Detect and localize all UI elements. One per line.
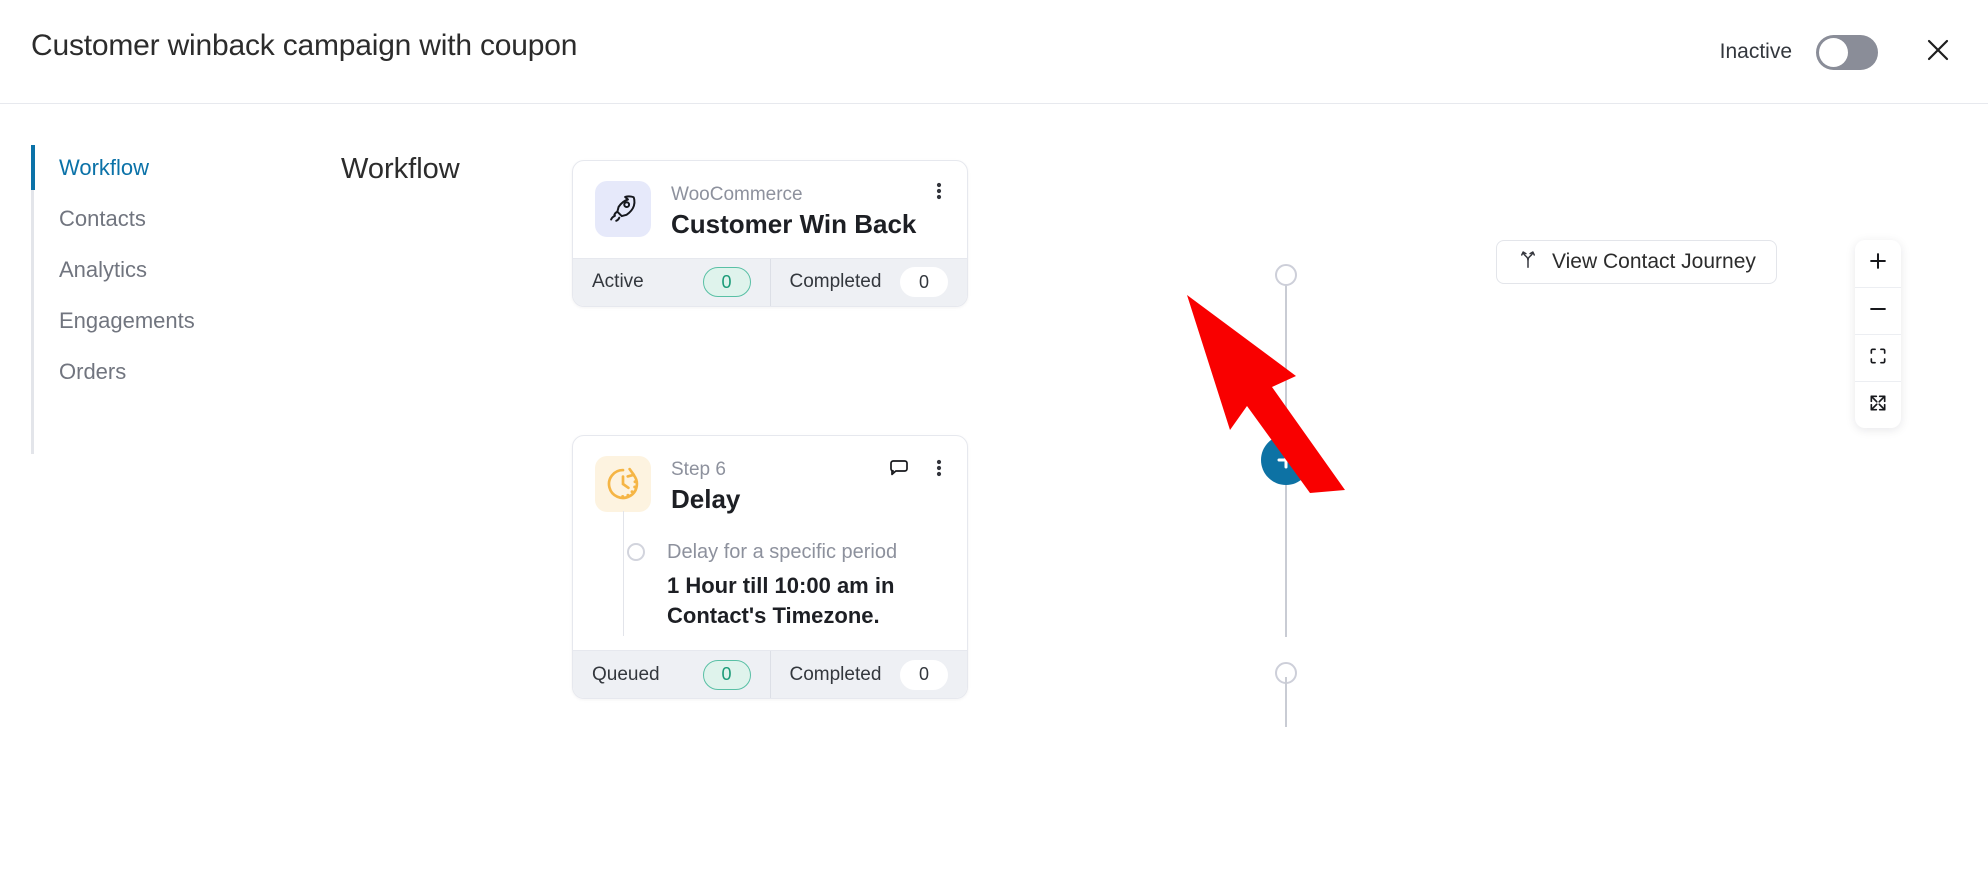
node-stat-completed: Completed 0 bbox=[769, 651, 968, 699]
node-title: Delay bbox=[671, 483, 741, 514]
stat-label: Active bbox=[592, 271, 644, 293]
connector-line-upper bbox=[1285, 273, 1287, 433]
status-label: Inactive bbox=[1719, 40, 1792, 63]
header-actions: Inactive bbox=[1720, 0, 1958, 104]
kebab-menu-icon bbox=[929, 458, 949, 483]
stat-label: Completed bbox=[789, 271, 882, 293]
journey-button-label: View Contact Journey bbox=[1552, 250, 1756, 273]
stat-label: Completed bbox=[789, 663, 882, 685]
toggle-knob bbox=[1819, 37, 1848, 67]
sidebar-item-label: Workflow bbox=[59, 154, 150, 180]
sidebar-item-contacts[interactable]: Contacts bbox=[31, 193, 301, 244]
plus-icon bbox=[1274, 448, 1298, 472]
workflow-node-trigger[interactable]: WooCommerce Customer Win Back Active 0 C… bbox=[572, 160, 968, 307]
comment-bubble-icon bbox=[887, 456, 911, 485]
sidebar-item-workflow[interactable]: Workflow bbox=[31, 142, 301, 193]
node-stat-completed: Completed 0 bbox=[769, 258, 968, 306]
node-titles: Step 6 Delay bbox=[671, 456, 740, 515]
connector-line-lower bbox=[1285, 485, 1287, 637]
add-step-button[interactable] bbox=[1261, 435, 1311, 485]
node-body-subtitle: Delay for a specific period bbox=[667, 540, 898, 563]
node-menu-button[interactable] bbox=[929, 181, 949, 206]
node-menu-button[interactable] bbox=[929, 458, 949, 483]
node-comment-button[interactable] bbox=[887, 456, 911, 485]
node-body-value: 1 Hour till 10:00 am in Contact's Timezo… bbox=[667, 572, 895, 628]
workflow-editor-window: Customer winback campaign with coupon In… bbox=[0, 0, 1988, 880]
status-badge: 0 bbox=[702, 659, 751, 690]
sidebar-item-label: Orders bbox=[59, 358, 127, 384]
kebab-menu-icon bbox=[929, 181, 949, 206]
sidebar-item-orders[interactable]: Orders bbox=[31, 346, 301, 397]
fullscreen-button[interactable] bbox=[1855, 381, 1901, 428]
journey-branch-icon bbox=[1517, 248, 1539, 276]
sidebar-item-label: Analytics bbox=[59, 256, 148, 282]
node-source-label: WooCommerce bbox=[671, 184, 803, 205]
node-step-label: Step 6 bbox=[671, 459, 726, 480]
sidebar-item-label: Engagements bbox=[59, 307, 195, 333]
node-titles: WooCommerce Customer Win Back bbox=[671, 181, 916, 240]
close-button[interactable] bbox=[1918, 32, 1958, 72]
rocket-icon bbox=[595, 181, 651, 237]
stat-label: Queued bbox=[592, 663, 660, 685]
workflow-canvas[interactable]: WooCommerce Customer Win Back Active 0 C… bbox=[310, 105, 1988, 880]
minus-icon bbox=[1867, 298, 1889, 325]
zoom-out-button[interactable] bbox=[1855, 287, 1901, 334]
close-icon bbox=[1922, 34, 1954, 71]
canvas-zoom-controls bbox=[1855, 240, 1901, 428]
page-title: Customer winback campaign with coupon bbox=[31, 29, 578, 62]
node-stat-active: Active 0 bbox=[573, 259, 770, 306]
zoom-in-button[interactable] bbox=[1855, 240, 1901, 287]
workflow-node-delay[interactable]: Step 6 Delay Delay for a specific period… bbox=[572, 435, 968, 700]
clock-icon bbox=[595, 456, 651, 512]
sidebar-item-analytics[interactable]: Analytics bbox=[31, 244, 301, 295]
fit-frame-icon bbox=[1868, 346, 1888, 371]
status-badge: 0 bbox=[900, 659, 948, 690]
node-footer: Queued 0 Completed 0 bbox=[573, 650, 968, 699]
node-body-bullet bbox=[627, 542, 645, 561]
node-footer: Active 0 Completed 0 bbox=[573, 257, 968, 306]
activation-toggle[interactable] bbox=[1816, 34, 1878, 70]
node-header: Step 6 Delay bbox=[573, 436, 967, 533]
sidebar-nav: Workflow Contacts Analytics Engagements … bbox=[31, 142, 301, 454]
fit-view-button[interactable] bbox=[1855, 334, 1901, 381]
expand-arrows-icon bbox=[1868, 393, 1888, 418]
connector-dot-trigger-bottom bbox=[1275, 264, 1297, 286]
node-stat-queued: Queued 0 bbox=[573, 651, 770, 698]
node-body-rail bbox=[623, 510, 624, 637]
node-title: Customer Win Back bbox=[671, 208, 917, 239]
window-header: Customer winback campaign with coupon In… bbox=[0, 0, 1988, 104]
connector-line-bottom bbox=[1285, 677, 1287, 727]
node-header: WooCommerce Customer Win Back bbox=[573, 161, 967, 258]
node-body: Delay for a specific period 1 Hour till … bbox=[573, 510, 967, 650]
node-actions bbox=[929, 181, 949, 206]
sidebar-item-engagements[interactable]: Engagements bbox=[31, 295, 301, 346]
node-body-texts: Delay for a specific period 1 Hour till … bbox=[667, 537, 945, 630]
plus-icon bbox=[1867, 250, 1889, 277]
node-actions bbox=[887, 456, 949, 485]
status-badge: 0 bbox=[702, 267, 751, 298]
sidebar-item-label: Contacts bbox=[59, 205, 146, 231]
status-badge: 0 bbox=[900, 267, 948, 298]
view-contact-journey-button[interactable]: View Contact Journey bbox=[1496, 240, 1777, 284]
